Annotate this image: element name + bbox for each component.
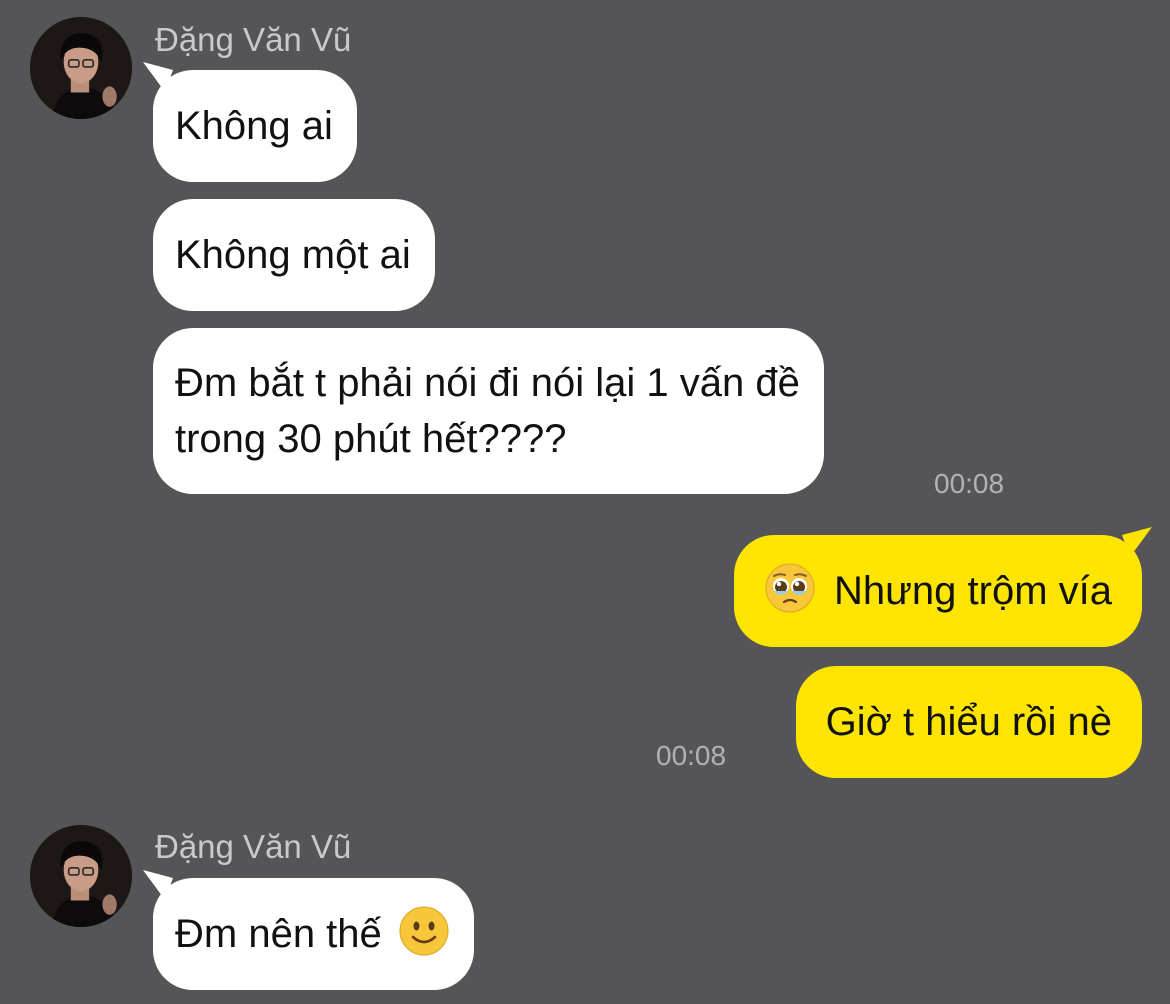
message-text: Không ai [175, 104, 333, 148]
message-timestamp: 00:08 [656, 740, 727, 771]
sender-avatar[interactable] [30, 17, 132, 119]
slightly-smiling-face-icon [398, 905, 450, 957]
chat-window: Đặng Văn Vũ Không ai Không một ai Đm bắt… [0, 0, 1170, 1004]
incoming-message-bubble[interactable]: Đm nên thế [143, 870, 474, 990]
avatar-photo-icon [30, 17, 132, 119]
sender-name: Đặng Văn Vũ [155, 828, 352, 865]
avatar-photo-icon [30, 825, 132, 927]
incoming-message-bubble[interactable]: Không một ai [153, 199, 435, 311]
message-text: Nhưng trộm vía [834, 569, 1112, 613]
sender-avatar[interactable] [30, 825, 132, 927]
message-timestamp: 00:08 [934, 468, 1005, 499]
message-text: Đm nên thế [175, 912, 382, 956]
incoming-message-bubble[interactable]: Không ai [143, 62, 357, 182]
outgoing-message-bubble[interactable]: Nhưng trộm vía [734, 527, 1152, 647]
message-text: Giờ t hiểu rồi nè [825, 700, 1112, 744]
message-text-line: trong 30 phút hết???? [175, 417, 567, 461]
pleading-face-icon [764, 562, 816, 614]
outgoing-message-bubble[interactable]: Giờ t hiểu rồi nè [795, 666, 1142, 778]
bubble-tail [143, 870, 173, 900]
bubble-tail [1122, 527, 1152, 557]
incoming-message-bubble[interactable]: Đm bắt t phải nói đi nói lại 1 vấn đề tr… [153, 328, 824, 494]
bubble-tail [143, 62, 173, 92]
message-text: Không một ai [175, 233, 411, 277]
message-text-line: Đm bắt t phải nói đi nói lại 1 vấn đề [175, 361, 800, 405]
sender-name: Đặng Văn Vũ [155, 21, 352, 58]
